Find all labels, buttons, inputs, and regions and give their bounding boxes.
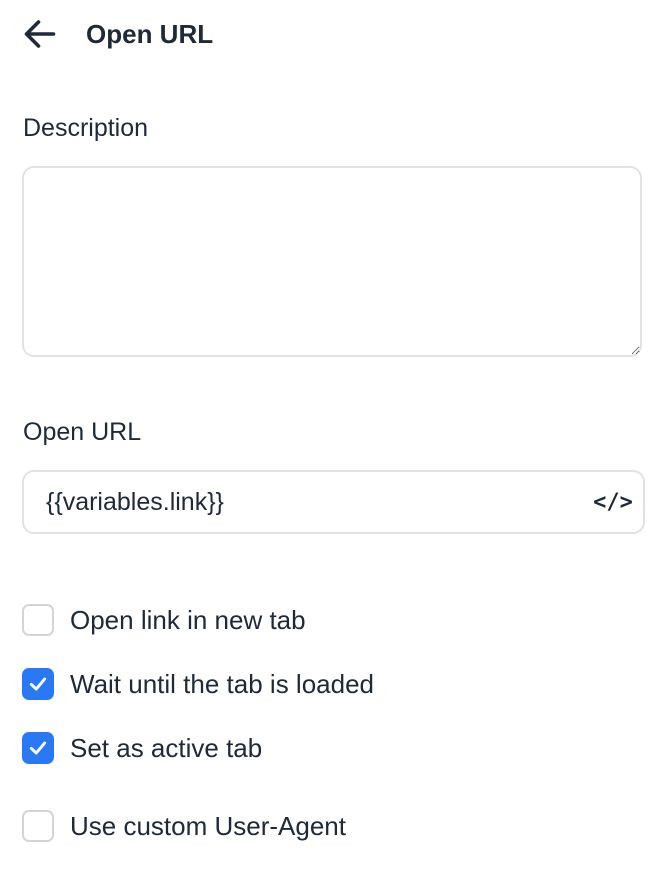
checkbox-unchecked[interactable] bbox=[22, 810, 54, 842]
url-input-container: </> bbox=[22, 470, 645, 534]
checkbox-checked[interactable] bbox=[22, 668, 54, 700]
arrow-left-icon bbox=[24, 20, 56, 48]
checkbox-checked[interactable] bbox=[22, 732, 54, 764]
url-input[interactable] bbox=[24, 471, 583, 533]
option-label: Use custom User-Agent bbox=[70, 810, 346, 841]
back-button[interactable] bbox=[22, 10, 70, 58]
open-url-label: Open URL bbox=[23, 418, 142, 446]
checkmark-icon bbox=[29, 677, 47, 691]
checkbox-unchecked[interactable] bbox=[22, 604, 54, 636]
option-label: Wait until the tab is loaded bbox=[70, 668, 374, 699]
page-header: Open URL bbox=[22, 10, 213, 58]
code-icon[interactable]: </> bbox=[583, 472, 643, 532]
option-custom-user-agent[interactable]: Use custom User-Agent bbox=[22, 810, 346, 842]
option-label: Set as active tab bbox=[70, 732, 263, 763]
description-textarea[interactable] bbox=[22, 166, 642, 357]
checkmark-icon bbox=[29, 741, 47, 755]
description-label: Description bbox=[23, 114, 149, 142]
page-title: Open URL bbox=[86, 18, 214, 49]
option-label: Open link in new tab bbox=[70, 604, 306, 635]
option-wait-until-loaded[interactable]: Wait until the tab is loaded bbox=[22, 668, 374, 700]
option-set-active-tab[interactable]: Set as active tab bbox=[22, 732, 262, 764]
option-open-new-tab[interactable]: Open link in new tab bbox=[22, 604, 306, 636]
